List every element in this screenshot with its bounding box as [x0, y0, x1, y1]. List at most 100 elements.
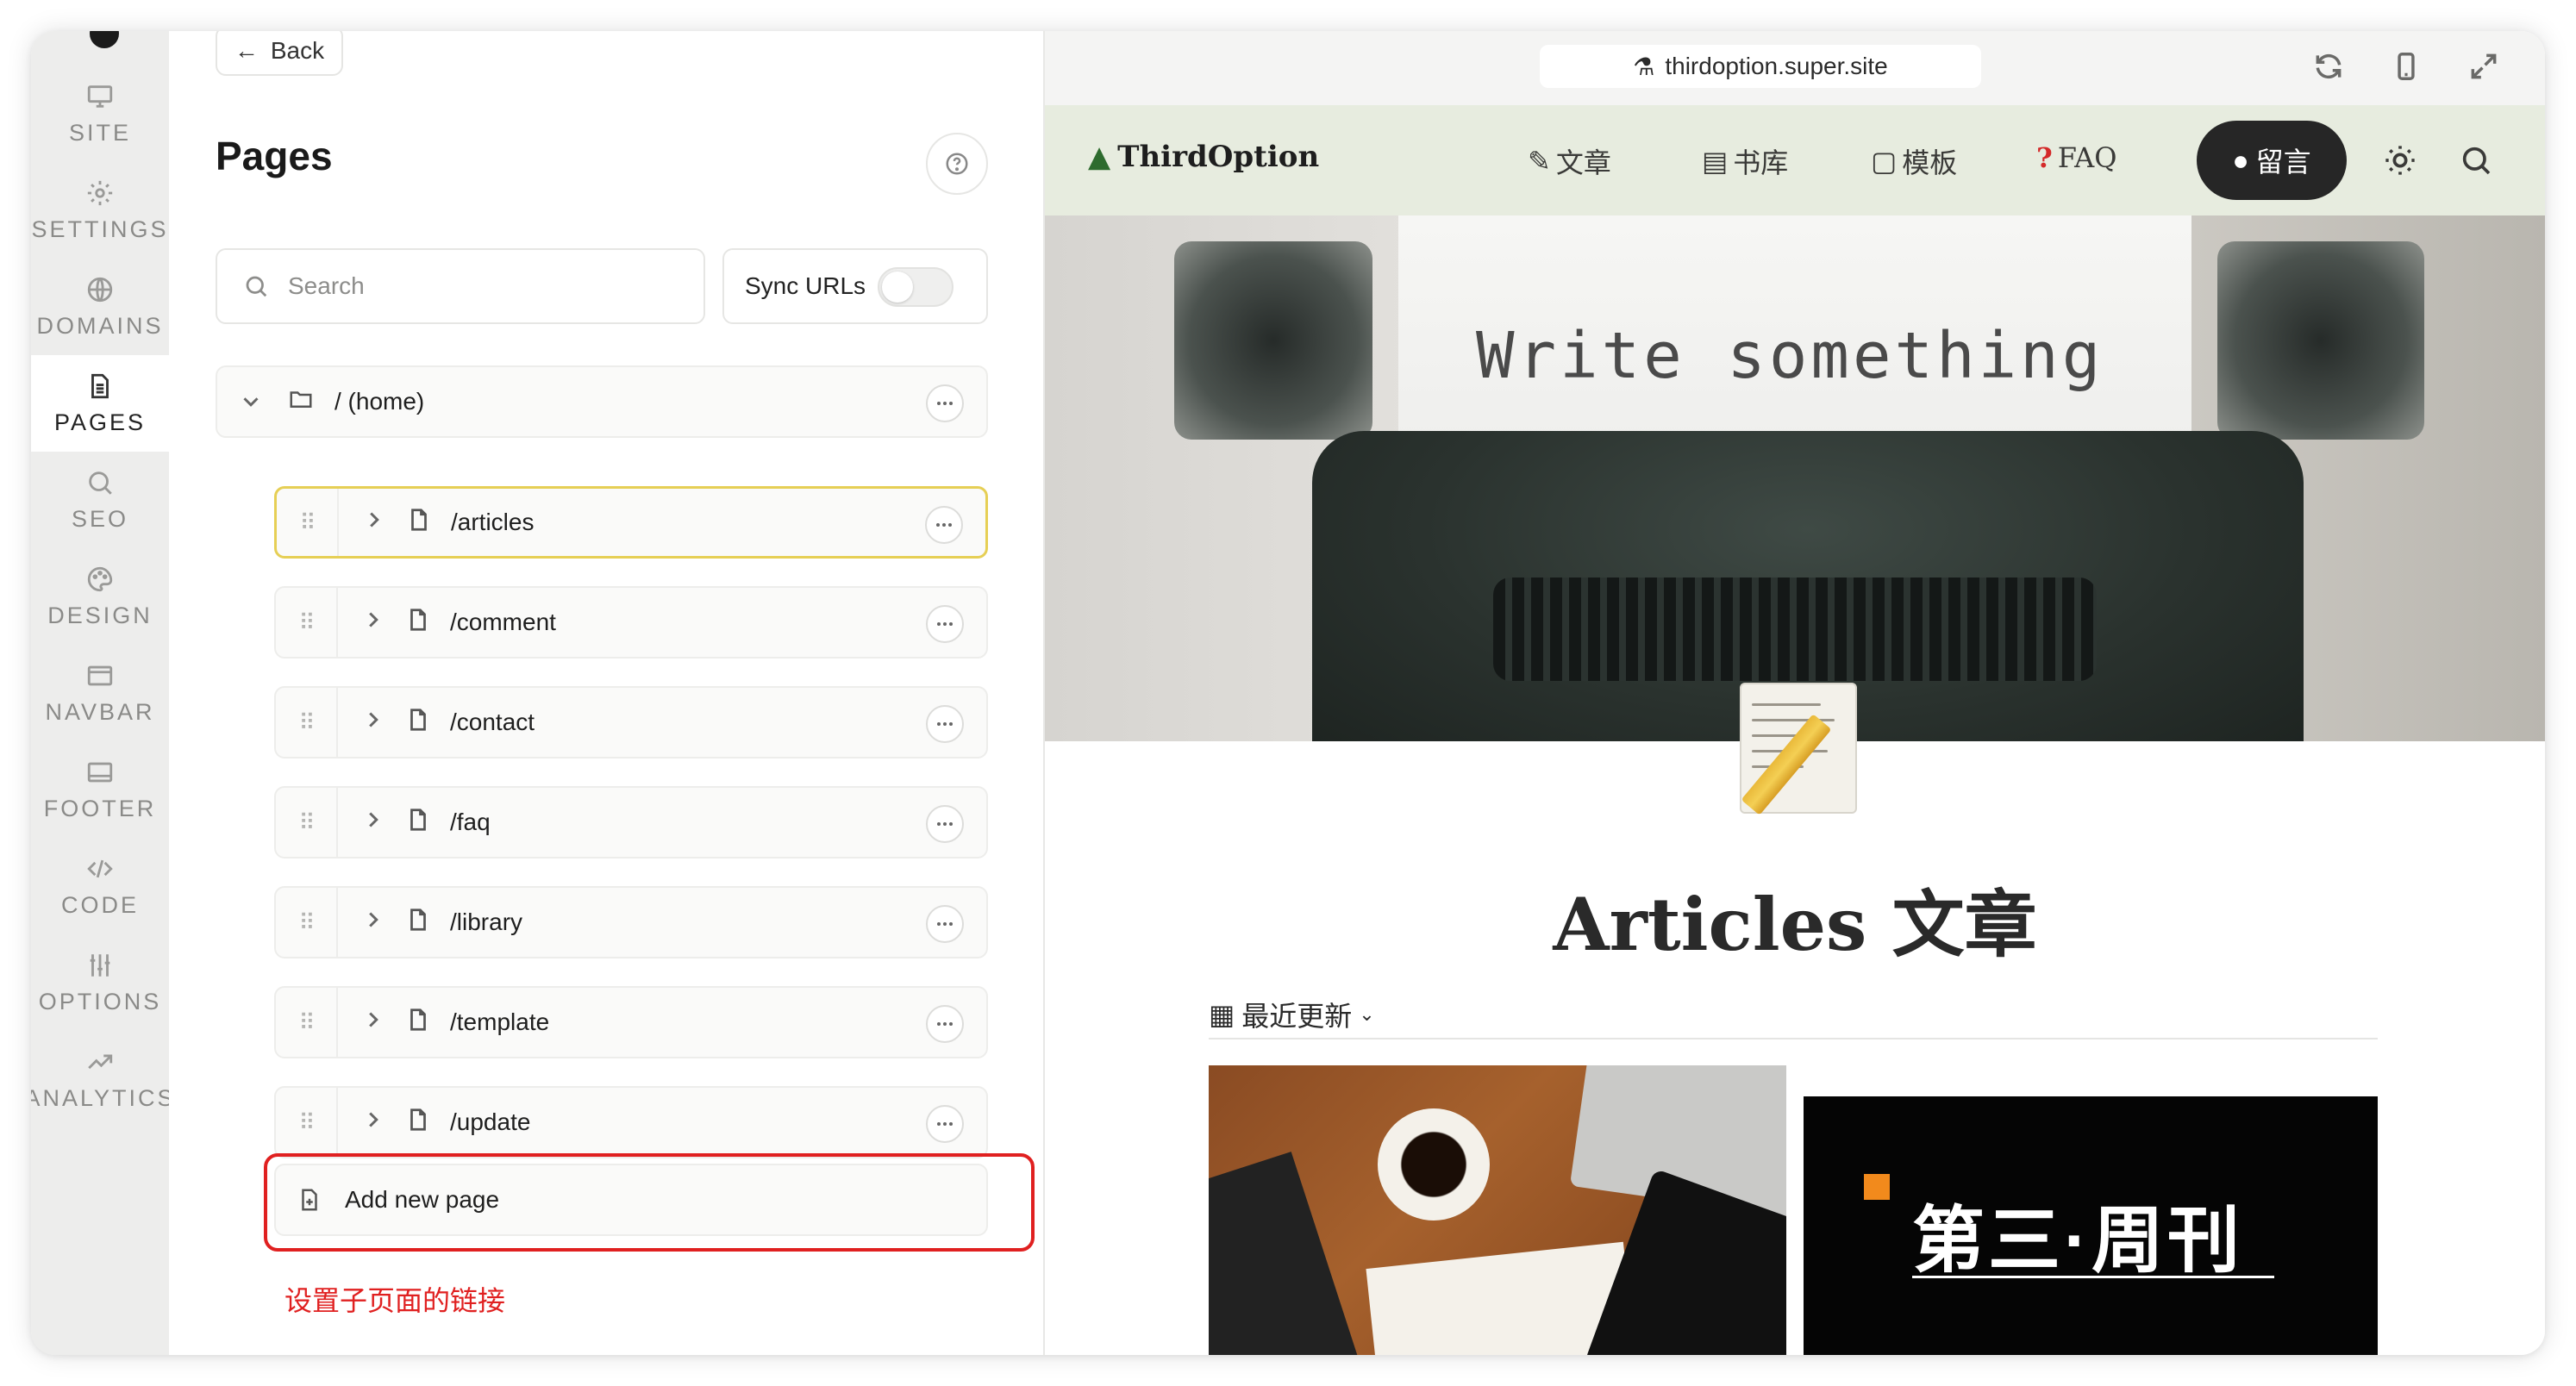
nav-link-library[interactable]: ▤ 书库	[1702, 141, 1788, 181]
rail-item-settings[interactable]: SETTINGS	[31, 162, 169, 259]
chevron-right-icon[interactable]	[360, 1007, 386, 1039]
article-card-weekly[interactable]: 第三·周刊	[1804, 1096, 2378, 1355]
left-rail: SITE SETTINGS DOMAINS PAGES SEO DESIGN N…	[31, 31, 173, 1355]
app-window: SITE SETTINGS DOMAINS PAGES SEO DESIGN N…	[31, 31, 2545, 1355]
rail-item-design[interactable]: DESIGN	[31, 548, 169, 645]
page-row-library[interactable]: ⠿ /library	[274, 886, 988, 958]
more-options-button[interactable]	[926, 705, 964, 743]
memo-icon: ✎	[1528, 145, 1551, 178]
nav-link-faq[interactable]: ? FAQ	[2036, 141, 2117, 174]
more-options-button[interactable]	[926, 384, 964, 422]
chevron-right-icon[interactable]	[360, 1107, 386, 1139]
url-text: thirdoption.super.site	[1665, 53, 1888, 79]
theme-toggle-button[interactable]	[2383, 143, 2417, 178]
site-brand[interactable]: ▲ ThirdOption	[1088, 140, 1319, 174]
drag-handle-icon[interactable]: ⠿	[276, 1088, 338, 1157]
nav-link-label: 模板	[1902, 147, 1958, 179]
divider	[1209, 1038, 2378, 1040]
grid-icon: ▦	[1209, 999, 1235, 1030]
clipboard-icon: ▢	[1871, 145, 1898, 178]
sun-icon	[2385, 146, 2415, 175]
page-row-label: /articles	[451, 509, 535, 535]
page-row-label: /faq	[450, 808, 491, 835]
rail-item-footer[interactable]: FOOTER	[31, 741, 169, 838]
question-mark-icon: ?	[2036, 141, 2053, 174]
chevron-right-icon[interactable]	[360, 907, 386, 939]
rail-item-label: SEO	[71, 505, 129, 532]
page-title: Pages	[216, 134, 333, 178]
search-placeholder: Search	[288, 272, 365, 299]
expand-icon	[2471, 53, 2497, 79]
chevron-right-icon[interactable]	[360, 607, 386, 639]
page-row-label: /comment	[450, 609, 556, 635]
rail-item-seo[interactable]: SEO	[31, 452, 169, 548]
search-icon	[2462, 147, 2491, 175]
view-filter-dropdown[interactable]: ▦ 最近更新 ⌄	[1209, 995, 1375, 1034]
rail-item-site[interactable]: SITE	[31, 66, 169, 162]
rail-item-navbar[interactable]: NAVBAR	[31, 645, 169, 741]
page-row-comment[interactable]: ⠿ /comment	[274, 586, 988, 659]
article-card-image[interactable]	[1209, 1065, 1786, 1355]
page-row-template[interactable]: ⠿ /template	[274, 986, 988, 1058]
drag-handle-icon[interactable]: ⠿	[276, 788, 338, 857]
phone-icon	[2398, 53, 2415, 80]
trend-icon	[88, 1054, 113, 1069]
page-row-home[interactable]: / (home)	[216, 365, 988, 438]
page-row-faq[interactable]: ⠿ /faq	[274, 786, 988, 858]
chevron-down-icon: ⌄	[1359, 1003, 1375, 1025]
rail-item-code[interactable]: CODE	[31, 838, 169, 934]
code-icon	[87, 859, 113, 877]
rail-item-pages[interactable]: PAGES	[31, 355, 169, 452]
rail-item-label: OPTIONS	[38, 988, 162, 1015]
page-row-update[interactable]: ⠿ /update	[274, 1086, 988, 1158]
rail-item-label: DOMAINS	[36, 312, 164, 339]
url-bar[interactable]: ⚗ thirdoption.super.site	[1540, 45, 1981, 88]
more-options-button[interactable]	[926, 1005, 964, 1043]
page-row-label: /library	[450, 908, 523, 935]
more-options-button[interactable]	[926, 905, 964, 943]
rail-item-label: PAGES	[53, 409, 147, 435]
expand-button[interactable]	[2467, 50, 2500, 83]
site-search-button[interactable]	[2459, 143, 2493, 178]
annotation-text: 设置子页面的链接	[284, 1285, 506, 1316]
more-options-button[interactable]	[925, 506, 963, 544]
refresh-button[interactable]	[2312, 50, 2345, 83]
rail-item-label: SITE	[68, 119, 131, 146]
more-options-button[interactable]	[926, 1105, 964, 1143]
drag-handle-icon[interactable]: ⠿	[277, 489, 339, 556]
drag-handle-icon[interactable]: ⠿	[276, 588, 338, 657]
chevron-down-icon[interactable]	[226, 389, 276, 415]
file-icon	[405, 806, 431, 840]
rail-item-label: FOOTER	[43, 795, 157, 821]
chevron-right-icon[interactable]	[360, 807, 386, 839]
sync-urls-control: Sync URLs	[722, 248, 988, 324]
chevron-right-icon[interactable]	[361, 507, 387, 539]
back-button[interactable]: ← Back	[216, 31, 343, 76]
page-row-articles[interactable]: ⠿ /articles	[274, 486, 988, 559]
search-input[interactable]: Search	[216, 248, 705, 324]
rail-item-analytics[interactable]: ANALYTICS	[31, 1031, 173, 1127]
tree-icon: ▲	[1088, 140, 1111, 174]
typewriter-knob-left	[1174, 241, 1372, 440]
drag-handle-icon[interactable]: ⠿	[276, 688, 338, 757]
drag-handle-icon[interactable]: ⠿	[276, 888, 338, 957]
orange-square-mark	[1864, 1174, 1890, 1200]
sync-urls-toggle[interactable]	[878, 267, 953, 307]
more-options-button[interactable]	[926, 805, 964, 843]
mobile-view-button[interactable]	[2390, 50, 2423, 83]
page-row-contact[interactable]: ⠿ /contact	[274, 686, 988, 759]
drag-handle-icon[interactable]: ⠿	[276, 988, 338, 1057]
rail-item-options[interactable]: OPTIONS	[31, 934, 169, 1031]
gear-icon	[87, 180, 113, 205]
footer-icon	[87, 762, 113, 782]
file-icon	[405, 706, 431, 740]
pages-panel: ← Back Pages Search Sync URLs / (home) ⠿…	[169, 31, 1043, 1355]
help-button[interactable]	[926, 133, 988, 195]
back-label: Back	[270, 37, 325, 64]
more-options-button[interactable]	[926, 605, 964, 643]
nav-link-template[interactable]: ▢ 模板	[1871, 141, 1957, 181]
rail-item-domains[interactable]: DOMAINS	[31, 259, 169, 355]
chevron-right-icon[interactable]	[360, 707, 386, 739]
nav-cta-button[interactable]: ● 留言	[2197, 121, 2347, 200]
nav-link-articles[interactable]: ✎ 文章	[1528, 141, 1611, 181]
